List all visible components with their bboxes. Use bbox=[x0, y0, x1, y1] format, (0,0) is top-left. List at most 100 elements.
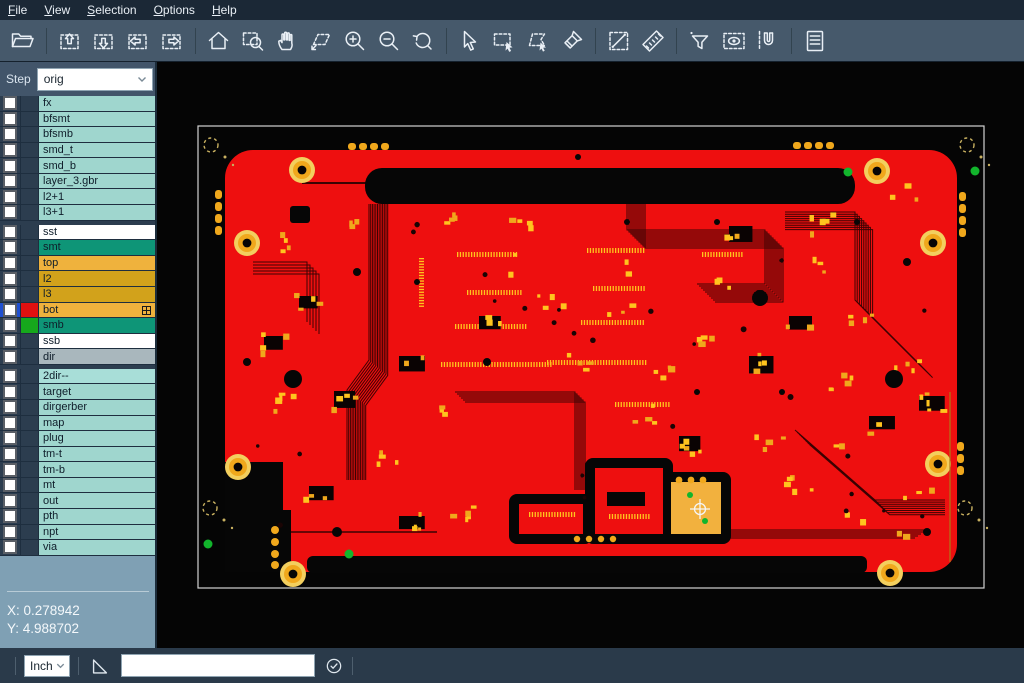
layer-checkbox[interactable] bbox=[0, 525, 20, 540]
unit-select[interactable]: Inch bbox=[24, 655, 70, 677]
nudge-down-button[interactable] bbox=[88, 26, 120, 56]
layer-checkbox[interactable] bbox=[0, 96, 20, 111]
layer-row-map[interactable]: map bbox=[0, 416, 155, 432]
layer-row-dirgerber[interactable]: dirgerber bbox=[0, 400, 155, 416]
layer-checkbox[interactable] bbox=[0, 447, 20, 462]
layer-row-smd-b[interactable]: smd_b bbox=[0, 158, 155, 174]
layer-row-bot[interactable]: bot bbox=[0, 303, 155, 319]
layer-checkbox[interactable] bbox=[0, 189, 20, 204]
layer-checkbox[interactable] bbox=[0, 540, 20, 555]
layer-swatch-empty bbox=[20, 369, 38, 384]
step-select[interactable]: orig bbox=[37, 68, 153, 91]
layer-row-tm-b[interactable]: tm-b bbox=[0, 462, 155, 478]
layer-checkbox[interactable] bbox=[0, 431, 20, 446]
layer-checkbox[interactable] bbox=[0, 158, 20, 173]
zoom-previous-button[interactable] bbox=[407, 26, 439, 56]
layer-checkbox[interactable] bbox=[0, 334, 20, 349]
zoom-window-button[interactable] bbox=[237, 26, 269, 56]
command-input[interactable] bbox=[121, 654, 315, 677]
layer-row-dir[interactable]: dir bbox=[0, 349, 155, 365]
pcb-canvas[interactable] bbox=[157, 62, 1024, 648]
layer-checkbox[interactable] bbox=[0, 509, 20, 524]
layer-row-npt[interactable]: npt bbox=[0, 525, 155, 541]
layer-checkbox[interactable] bbox=[0, 112, 20, 127]
layer-row-fx[interactable]: fx bbox=[0, 96, 155, 112]
layer-checkbox[interactable] bbox=[0, 225, 20, 240]
layer-checkbox[interactable] bbox=[0, 493, 20, 508]
zoom-out-button[interactable] bbox=[373, 26, 405, 56]
layer-checkbox[interactable] bbox=[0, 349, 20, 364]
layer-swatch-empty bbox=[20, 256, 38, 271]
layer-checkbox[interactable] bbox=[0, 256, 20, 271]
layer-row-l3[interactable]: l3 bbox=[0, 287, 155, 303]
measure-button[interactable] bbox=[603, 26, 635, 56]
layer-row-target[interactable]: target bbox=[0, 384, 155, 400]
layer-checkbox[interactable] bbox=[0, 287, 20, 302]
layer-row-2dir-[interactable]: 2dir-- bbox=[0, 369, 155, 385]
checkbox-icon bbox=[3, 303, 17, 317]
menu-item-view[interactable]: View bbox=[44, 0, 70, 20]
apply-button[interactable] bbox=[324, 656, 344, 676]
layer-row-layer-3-gbr[interactable]: layer_3.gbr bbox=[0, 174, 155, 190]
layer-row-ssb[interactable]: ssb bbox=[0, 334, 155, 350]
layer-swatch-empty bbox=[20, 493, 38, 508]
layer-row-top[interactable]: top bbox=[0, 256, 155, 272]
layer-row-l3-1[interactable]: l3+1 bbox=[0, 205, 155, 221]
home-view-button[interactable] bbox=[203, 26, 235, 56]
layer-checkbox[interactable] bbox=[0, 127, 20, 142]
layer-checkbox[interactable] bbox=[0, 205, 20, 220]
layer-swatch-empty bbox=[20, 540, 38, 555]
pointer-button[interactable] bbox=[454, 26, 486, 56]
layer-row-l2-1[interactable]: l2+1 bbox=[0, 189, 155, 205]
menu-item-file[interactable]: File bbox=[8, 0, 27, 20]
layer-checkbox[interactable] bbox=[0, 400, 20, 415]
layer-checkbox[interactable] bbox=[0, 318, 20, 333]
nudge-up-button[interactable] bbox=[54, 26, 86, 56]
nudge-left-button[interactable] bbox=[122, 26, 154, 56]
layer-checkbox[interactable] bbox=[0, 369, 20, 384]
view-visibility-button[interactable] bbox=[718, 26, 750, 56]
open-folder-button[interactable] bbox=[7, 26, 39, 56]
layer-checkbox[interactable] bbox=[0, 416, 20, 431]
layer-row-smd-t[interactable]: smd_t bbox=[0, 143, 155, 159]
layer-row-plug[interactable]: plug bbox=[0, 431, 155, 447]
layer-checkbox[interactable] bbox=[0, 478, 20, 493]
layer-row-sst[interactable]: sst bbox=[0, 225, 155, 241]
bottom-bar: Inch bbox=[0, 648, 1024, 683]
layer-row-l2[interactable]: l2 bbox=[0, 271, 155, 287]
layer-row-smb[interactable]: smb bbox=[0, 318, 155, 334]
layer-row-out[interactable]: out bbox=[0, 493, 155, 509]
layer-checkbox[interactable] bbox=[0, 143, 20, 158]
layer-row-bfsmb[interactable]: bfsmb bbox=[0, 127, 155, 143]
zoom-area-button[interactable] bbox=[305, 26, 337, 56]
layer-row-pth[interactable]: pth bbox=[0, 509, 155, 525]
layer-checkbox[interactable] bbox=[0, 462, 20, 477]
layer-checkbox[interactable] bbox=[0, 174, 20, 189]
snap-button[interactable] bbox=[752, 26, 784, 56]
layer-row-via[interactable]: via bbox=[0, 540, 155, 556]
layer-row-mt[interactable]: mt bbox=[0, 478, 155, 494]
layer-row-bfsmt[interactable]: bfsmt bbox=[0, 112, 155, 128]
polygon-select-button[interactable] bbox=[522, 26, 554, 56]
measure-angle-icon[interactable] bbox=[89, 655, 111, 677]
zoom-in-button[interactable] bbox=[339, 26, 371, 56]
report-button[interactable] bbox=[799, 26, 831, 56]
filter-button[interactable] bbox=[684, 26, 716, 56]
layer-checkbox[interactable] bbox=[0, 384, 20, 399]
zoom-previous-icon bbox=[410, 28, 436, 54]
menu-item-selection[interactable]: Selection bbox=[87, 0, 136, 20]
layer-label-text: l2+1 bbox=[43, 191, 64, 203]
layer-row-smt[interactable]: smt bbox=[0, 240, 155, 256]
menu-item-options[interactable]: Options bbox=[154, 0, 195, 20]
ruler-button[interactable] bbox=[637, 26, 669, 56]
layer-checkbox[interactable] bbox=[0, 240, 20, 255]
ruler-icon bbox=[640, 28, 666, 54]
layer-checkbox[interactable] bbox=[0, 303, 20, 318]
nudge-right-button[interactable] bbox=[156, 26, 188, 56]
menu-item-help[interactable]: Help bbox=[212, 0, 237, 20]
clear-brush-button[interactable] bbox=[556, 26, 588, 56]
layer-row-tm-t[interactable]: tm-t bbox=[0, 447, 155, 463]
pan-hand-button[interactable] bbox=[271, 26, 303, 56]
layer-checkbox[interactable] bbox=[0, 271, 20, 286]
rect-select-button[interactable] bbox=[488, 26, 520, 56]
